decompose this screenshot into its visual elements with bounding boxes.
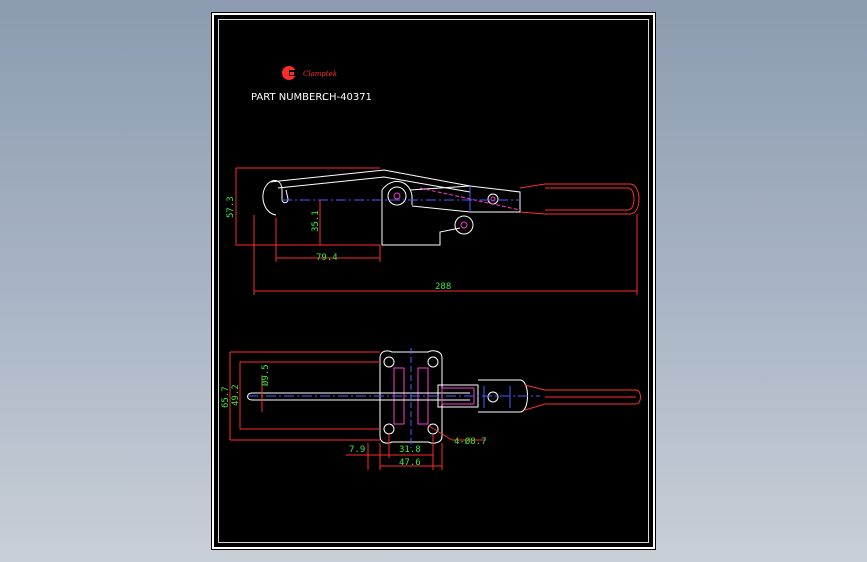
- brand-logo: Clamptek: [282, 66, 337, 80]
- cad-viewport[interactable]: Clamptek PART NUMBER: CH-40371 57.3 35.1…: [0, 0, 867, 562]
- cad-drawing: Clamptek PART NUMBER: CH-40371 57.3 35.1…: [221, 66, 641, 470]
- base-bracket: [381, 190, 461, 246]
- dim-top-width: 65.7: [221, 386, 231, 408]
- hook: [262, 179, 289, 216]
- brand-name: Clamptek: [303, 70, 337, 78]
- side-view: [235, 167, 640, 295]
- mount-hole: [383, 423, 395, 435]
- part-number-label: PART NUMBER:: [251, 92, 325, 103]
- dim-top-inner-width: 49.2: [231, 384, 241, 406]
- dim-base-offset: 7.9: [349, 445, 365, 455]
- dim-overall-length: 288: [435, 282, 451, 292]
- lower-pivot: [454, 215, 474, 235]
- part-number-value: CH-40371: [322, 92, 372, 103]
- mount-hole: [427, 356, 439, 368]
- dim-hook-offset: 79.4: [316, 253, 338, 263]
- dim-side-pin-height: 35.1: [311, 210, 321, 232]
- dim-base-length: 47.6: [399, 458, 421, 468]
- dim-hole-spacing: 31.8: [399, 445, 421, 455]
- dim-mount-holes: 4-Ø8.7: [454, 436, 487, 447]
- dim-pin-diameter: Ø9.5: [260, 364, 271, 386]
- mount-hole: [383, 356, 395, 368]
- pivot: [387, 186, 407, 206]
- dim-side-height: 57.3: [226, 196, 236, 218]
- top-view: [229, 348, 641, 470]
